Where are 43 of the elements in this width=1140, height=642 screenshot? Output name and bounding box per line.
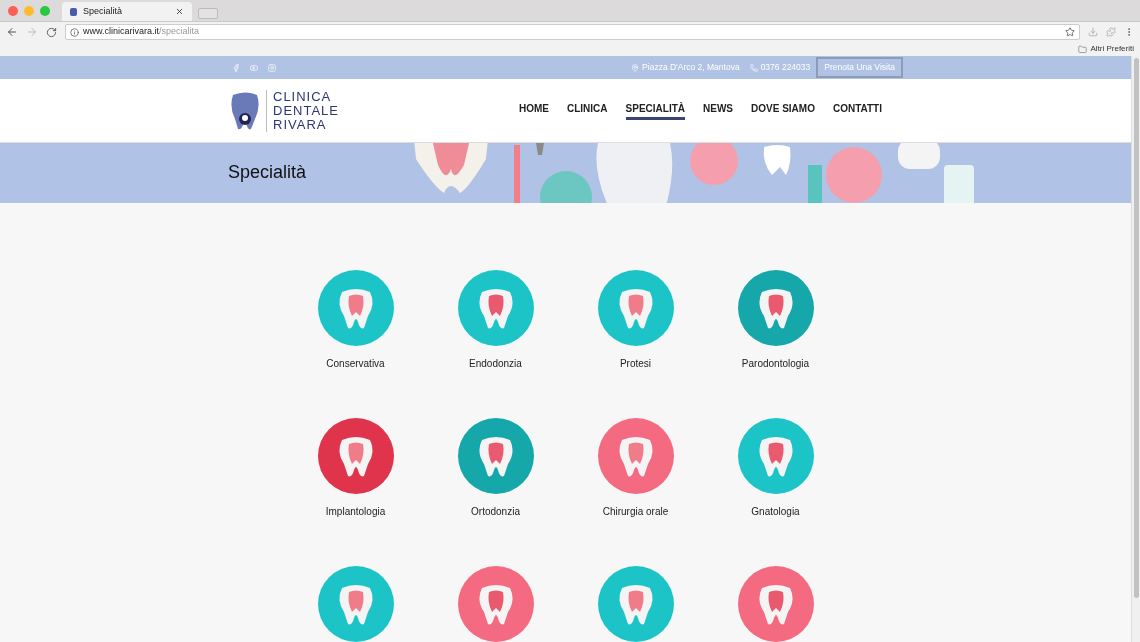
bookmark-link[interactable]: Altri Preferiti: [1090, 43, 1134, 55]
specialty-label[interactable]: Ortodonzia: [471, 504, 520, 519]
nav-link[interactable]: CONTATTI: [832, 101, 882, 121]
new-tab-button[interactable]: [198, 8, 218, 19]
logo-text: RIVARA: [273, 117, 328, 132]
close-window-icon[interactable]: [8, 5, 18, 16]
address-text: Piazza D'Arco 2, Mantova: [642, 61, 740, 75]
nav-link[interactable]: DOVE SIAMO: [751, 101, 815, 121]
info-icon: [70, 27, 79, 37]
scrollbar[interactable]: [1131, 56, 1140, 642]
specialty-label[interactable]: Gnatologia: [751, 504, 800, 519]
nav-link[interactable]: NEWS: [703, 101, 733, 121]
folder-icon: [1078, 44, 1088, 54]
logo-text: CLINICA: [273, 89, 333, 104]
specialty-label[interactable]: Endodonzia: [469, 356, 522, 371]
instagram-icon[interactable]: [268, 63, 276, 72]
tab-title: Specialità: [83, 4, 124, 18]
back-icon[interactable]: [6, 26, 18, 38]
facebook-icon[interactable]: [232, 63, 240, 72]
page-title: Specialità: [228, 161, 308, 185]
nav-link[interactable]: HOME: [519, 101, 549, 121]
browser-tab[interactable]: Specialità: [62, 2, 192, 21]
url-path: /specialita: [159, 25, 200, 39]
address-bar[interactable]: www.clinicarivara.it/specialita: [65, 24, 1080, 40]
logo-text: DENTALE: [273, 103, 339, 118]
favicon-icon: [70, 7, 77, 16]
bookmark-star-icon[interactable]: [1065, 27, 1075, 37]
close-tab-icon[interactable]: [175, 7, 184, 16]
specialty-label[interactable]: Protesi: [619, 356, 652, 371]
nav-link[interactable]: SPECIALITÀ: [625, 101, 685, 121]
phone-icon: [749, 63, 758, 72]
specialty-label[interactable]: Parodontologia: [741, 356, 810, 371]
forward-icon[interactable]: [26, 26, 38, 38]
nav-link[interactable]: CLINICA: [567, 101, 608, 121]
specialty-label[interactable]: Implantologia: [325, 504, 386, 519]
specialty-label[interactable]: Chirurgia orale: [602, 504, 669, 519]
maximize-window-icon[interactable]: [40, 5, 50, 16]
youtube-icon[interactable]: [250, 63, 258, 72]
specialty-label[interactable]: Conservativa: [326, 356, 385, 371]
location-pin-icon: [631, 63, 640, 72]
reload-icon[interactable]: [46, 26, 57, 38]
tooth-logo-icon: [230, 90, 260, 131]
phone-number: 0376 224033: [760, 61, 811, 75]
